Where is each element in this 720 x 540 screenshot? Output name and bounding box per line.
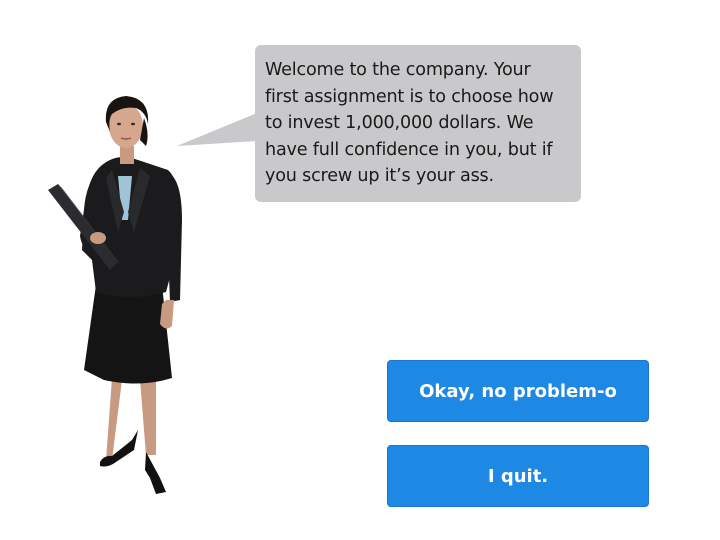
accept-button[interactable]: Okay, no problem-o <box>387 360 649 422</box>
speech-bubble: Welcome to the company. Your first assig… <box>255 45 581 202</box>
scene: Welcome to the company. Your first assig… <box>0 0 720 540</box>
quit-button-label: I quit. <box>487 465 549 487</box>
accept-button-label: Okay, no problem-o <box>419 380 617 402</box>
quit-button[interactable]: I quit. <box>387 445 649 507</box>
speech-text: Welcome to the company. Your first assig… <box>265 60 554 186</box>
